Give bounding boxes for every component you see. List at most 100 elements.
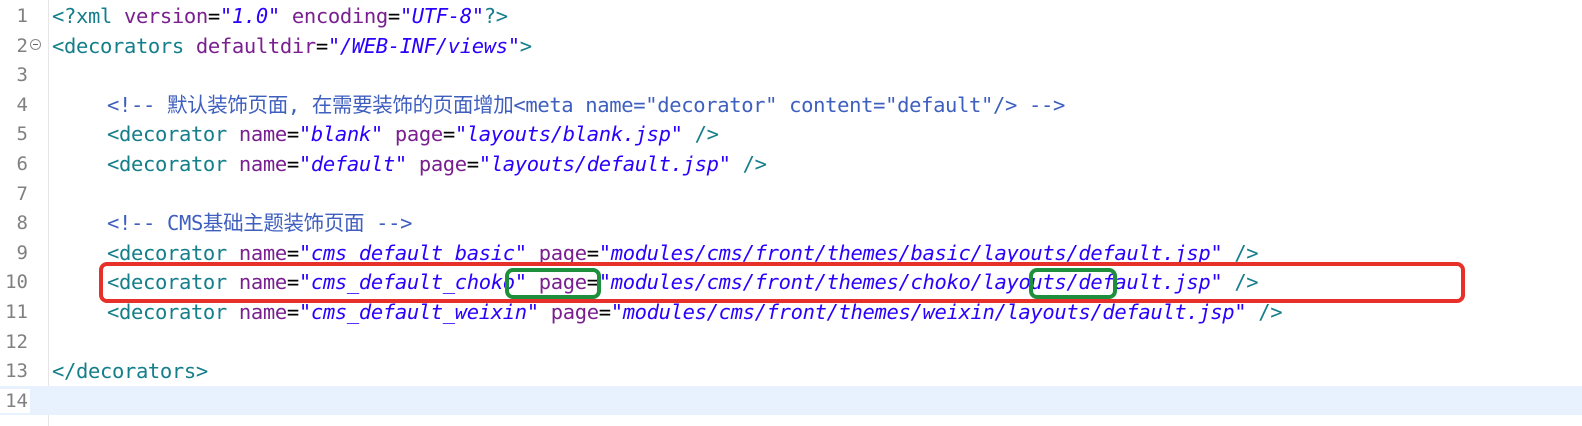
line-number: 7 [16,182,28,205]
code-line[interactable]: 2 <decorators defaultdir="/WEB-INF/views"… [0,31,1582,61]
code-text: <decorator name="default" page="layouts/… [52,151,767,177]
code-text: <decorator name="blank" page="layouts/bl… [52,121,719,147]
code-line[interactable]: 5 <decorator name="blank" page="layouts/b… [0,119,1582,149]
code-text: <decorator name="cms_default_weixin" pag… [52,299,1283,325]
code-text: <!-- 默认装饰页面, 在需要装饰的页面增加<meta name="decor… [52,92,1065,118]
token-eq: = [286,122,299,147]
token-attr: name [238,122,287,147]
token-eq [539,300,551,324]
line-number: 11 [5,301,28,323]
code-line[interactable]: 8 <!-- CMS基础主题装饰页面 --> [0,208,1582,238]
token-tag: /> [1258,300,1283,324]
token-eq: = [207,4,220,28]
code-text: <decorator name="cms_default_choko" page… [52,269,1259,295]
token-val: "cms_default_weixin" [298,300,539,324]
token-attr: version [123,4,208,28]
token-val: "modules/cms/front/themes/choko/layouts/… [598,270,1223,295]
code-line[interactable]: 3 [0,60,1582,90]
code-text: <!-- CMS基础主题装饰页面 --> [52,210,412,236]
code-text: <decorators defaultdir="/WEB-INF/views"> [52,33,532,59]
token-eq [1246,300,1258,324]
token-eq: = [286,152,299,176]
token-attr: name [238,152,287,176]
token-tag: <?xml [52,4,124,28]
token-eq [527,270,539,294]
token-eq: = [315,33,328,58]
code-line[interactable]: 13 </decorators> [0,356,1582,386]
token-tag: <decorator [107,152,239,176]
token-eq [731,152,743,176]
code-text: <?xml version="1.0" encoding="UTF-8"?> [52,3,508,29]
token-tag: </decorators> [52,359,208,384]
token-tag: > [519,33,532,58]
line-number: 2 [16,34,28,57]
line-number: 3 [16,64,28,87]
token-tag: <decorator [107,122,239,147]
token-tag: <decorator [107,270,239,295]
line-number: 9 [16,241,28,264]
code-text: <decorator name="cms_default_basic" page… [52,240,1259,266]
token-cmt: <!-- 默认装饰页面, 在需要装饰的页面增加<meta name="decor… [107,92,1065,117]
token-eq: = [286,240,299,265]
line-number: 5 [16,123,28,146]
token-attr: defaultdir [195,33,316,58]
token-tag: <decorators [52,33,196,58]
token-eq: = [466,152,479,176]
line-number: 6 [16,153,28,175]
code-line[interactable]: 6 <decorator name="default" page="layouts… [0,149,1582,179]
code-line[interactable]: 14 [0,385,1582,416]
token-attr: encoding [291,4,388,28]
token-cmt: <!-- CMS基础主题装饰页面 --> [107,211,413,236]
token-attr: page [394,122,443,147]
token-eq [527,241,539,265]
token-attr: page [538,270,587,295]
code-line[interactable]: 10 <decorator name="cms_default_choko" pa… [0,267,1582,297]
token-tag: /> [1234,270,1259,295]
token-eq: = [387,4,400,28]
token-val: "default" [298,152,407,176]
token-val: "layouts/default.jsp" [478,152,731,176]
token-eq [1222,241,1234,265]
token-tag: /> [694,122,719,147]
line-number: 4 [16,93,28,116]
line-number: 1 [16,5,28,27]
fold-collapse-icon[interactable] [30,38,41,50]
token-attr: name [238,300,287,324]
token-attr: page [538,240,587,265]
code-line[interactable]: 11 <decorator name="cms_default_weixin" p… [0,297,1582,327]
token-tag: <decorator [107,300,239,324]
token-val: "/WEB-INF/views" [327,33,520,58]
line-number: 8 [16,212,28,235]
token-tag: /> [1234,240,1259,265]
code-line[interactable]: 12 [0,327,1582,357]
token-val: "modules/cms/front/themes/basic/layouts/… [598,240,1223,265]
token-tag: <decorator [107,240,239,265]
token-eq: = [286,300,299,324]
code-line[interactable]: 7 [0,179,1582,209]
token-val: "modules/cms/front/themes/weixin/layouts… [610,300,1247,324]
line-number: 12 [5,330,28,353]
code-line[interactable]: 4 <!-- 默认装饰页面, 在需要装饰的页面增加<meta name="deco… [0,90,1582,120]
code-line[interactable]: 9 <decorator name="cms_default_basic" pag… [0,238,1582,268]
token-eq [407,152,419,176]
line-number: 13 [5,360,28,383]
token-eq [1222,270,1234,294]
code-editor[interactable]: 1 <?xml version="1.0" encoding="UTF-8"?> 2… [0,0,1582,426]
token-eq [280,4,292,28]
token-val: "blank" [298,122,383,147]
token-attr: page [550,300,599,324]
token-tag: ?> [483,4,508,28]
token-val: "1.0" [219,4,280,28]
code-text: </decorators> [52,358,208,384]
token-eq: = [586,270,599,295]
token-attr: name [238,270,287,295]
token-eq: = [586,240,599,265]
token-eq [383,122,395,146]
token-eq: = [442,122,455,147]
code-line[interactable]: 1 <?xml version="1.0" encoding="UTF-8"?> [0,1,1582,31]
token-attr: page [418,152,467,176]
token-eq [683,122,695,146]
line-number: 10 [5,271,28,294]
token-tag: /> [742,152,767,176]
token-attr: name [238,240,287,265]
